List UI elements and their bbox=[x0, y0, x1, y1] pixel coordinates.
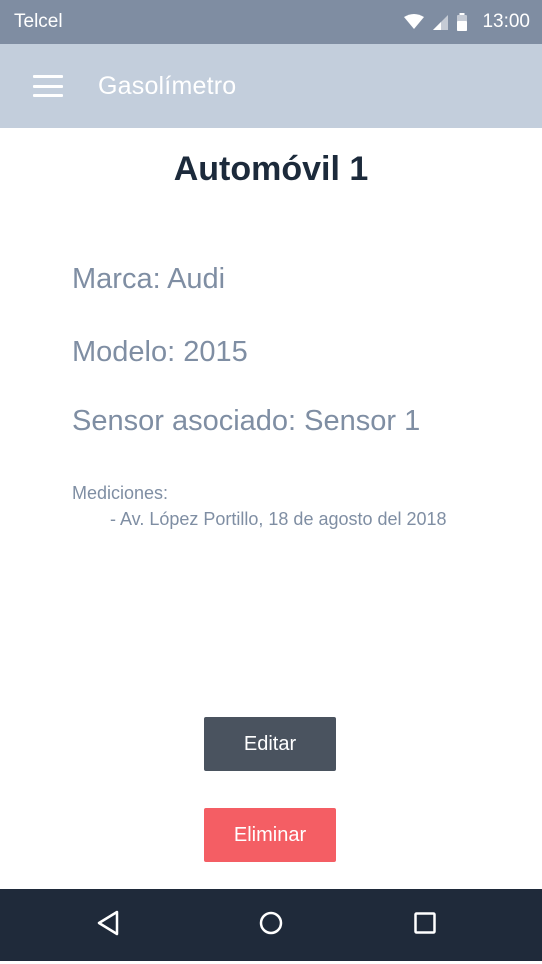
recent-apps-icon bbox=[413, 911, 437, 940]
hamburger-menu-icon[interactable] bbox=[33, 75, 63, 97]
measurement-item: - Av. López Portillo, 18 de agosto del 2… bbox=[110, 509, 447, 529]
measurements-label: Mediciones: bbox=[72, 483, 169, 503]
back-icon bbox=[96, 910, 120, 941]
wifi-icon bbox=[404, 14, 425, 30]
back-button[interactable] bbox=[73, 889, 143, 961]
page-title: Automóvil 1 bbox=[173, 150, 369, 188]
model-field: Modelo: 2015 bbox=[72, 336, 248, 368]
signal-icon bbox=[432, 14, 449, 30]
edit-button[interactable]: Editar bbox=[204, 717, 336, 771]
measurements-list: - Av. López Portillo, 18 de agosto del 2… bbox=[110, 509, 447, 530]
carrier-label: Telcel bbox=[14, 11, 63, 32]
app-bar: Gasolímetro bbox=[0, 44, 542, 128]
status-icons: 13:00 bbox=[404, 11, 530, 33]
brand-field: Marca: Audi bbox=[72, 263, 226, 295]
status-bar: Telcel 13:00 bbox=[0, 0, 542, 44]
delete-button[interactable]: Eliminar bbox=[204, 808, 336, 862]
battery-icon bbox=[456, 13, 468, 31]
app-title: Gasolímetro bbox=[98, 71, 237, 100]
recent-apps-button[interactable] bbox=[390, 889, 460, 961]
home-button[interactable] bbox=[236, 889, 306, 961]
home-icon bbox=[258, 910, 284, 941]
sensor-field: Sensor asociado: Sensor 1 bbox=[72, 405, 421, 437]
navigation-bar bbox=[0, 889, 542, 961]
clock: 13:00 bbox=[482, 11, 530, 32]
